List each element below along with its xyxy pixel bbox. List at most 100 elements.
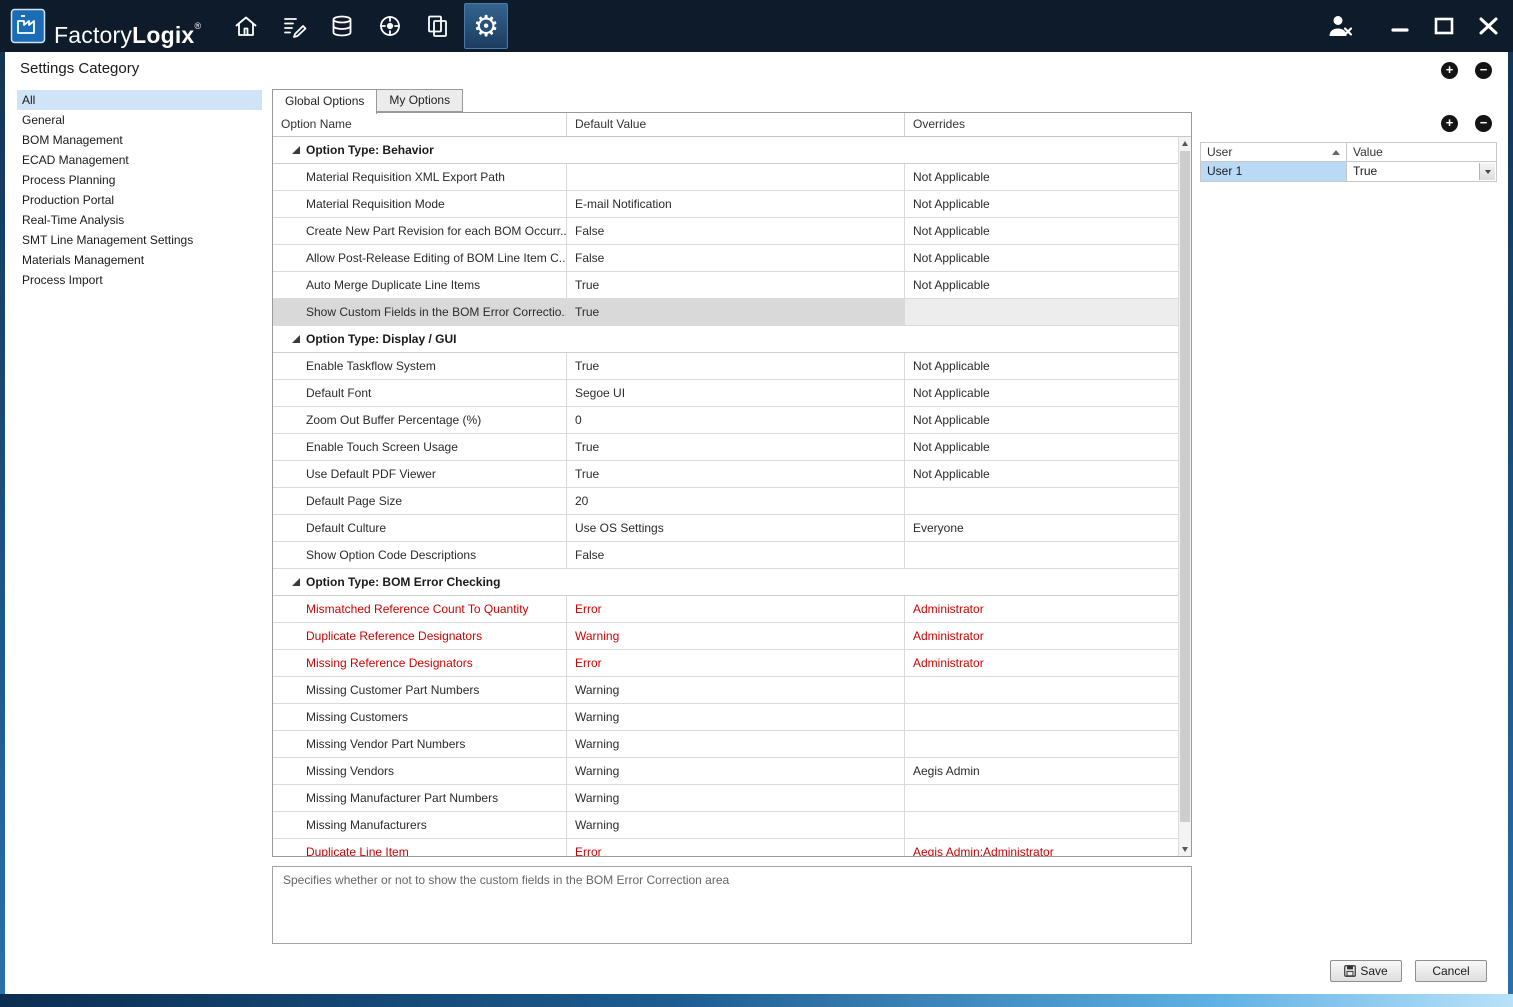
- option-name-cell[interactable]: Auto Merge Duplicate Line Items: [273, 272, 567, 298]
- overrides-cell[interactable]: Not Applicable: [905, 461, 1178, 487]
- option-row-allow-post-release-editing-of-bom-line-item-c[interactable]: Allow Post-Release Editing of BOM Line I…: [273, 245, 1178, 272]
- home-icon[interactable]: [224, 2, 268, 50]
- option-name-cell[interactable]: Missing Vendor Part Numbers: [273, 731, 567, 757]
- default-value-cell[interactable]: True: [567, 272, 905, 298]
- sidebar-item-process-planning[interactable]: Process Planning: [17, 170, 262, 190]
- option-row-show-option-code-descriptions[interactable]: Show Option Code DescriptionsFalse: [273, 542, 1178, 569]
- sidebar-item-general[interactable]: General: [17, 110, 262, 130]
- option-row-duplicate-reference-designators[interactable]: Duplicate Reference DesignatorsWarningAd…: [273, 623, 1178, 650]
- overrides-cell[interactable]: Not Applicable: [905, 272, 1178, 298]
- column-header-overrides[interactable]: Overrides: [905, 113, 1191, 137]
- default-value-cell[interactable]: 20: [567, 488, 905, 514]
- default-value-cell[interactable]: Warning: [567, 758, 905, 784]
- sidebar-item-all[interactable]: All: [17, 90, 262, 110]
- option-row-default-font[interactable]: Default FontSegoe UINot Applicable: [273, 380, 1178, 407]
- scrollbar-thumb[interactable]: [1180, 151, 1190, 822]
- option-name-cell[interactable]: Duplicate Line Item: [273, 839, 567, 856]
- option-name-cell[interactable]: Missing Reference Designators: [273, 650, 567, 676]
- group-header-option-type-display-gui[interactable]: Option Type: Display / GUI: [273, 326, 1178, 353]
- default-value-cell[interactable]: Segoe UI: [567, 380, 905, 406]
- maximize-button[interactable]: [1429, 11, 1459, 41]
- option-row-default-culture[interactable]: Default CultureUse OS SettingsEveryone: [273, 515, 1178, 542]
- overrides-cell[interactable]: Not Applicable: [905, 191, 1178, 217]
- expander-icon[interactable]: [292, 578, 300, 586]
- overrides-cell[interactable]: [905, 704, 1178, 730]
- default-value-cell[interactable]: Warning: [567, 731, 905, 757]
- option-row-enable-taskflow-system[interactable]: Enable Taskflow SystemTrueNot Applicable: [273, 353, 1178, 380]
- option-name-cell[interactable]: Create New Part Revision for each BOM Oc…: [273, 218, 567, 244]
- option-name-cell[interactable]: Allow Post-Release Editing of BOM Line I…: [273, 245, 567, 271]
- default-value-cell[interactable]: True: [567, 299, 905, 325]
- sidebar-item-ecad-management[interactable]: ECAD Management: [17, 150, 262, 170]
- option-name-cell[interactable]: Missing Manufacturer Part Numbers: [273, 785, 567, 811]
- default-value-cell[interactable]: True: [567, 434, 905, 460]
- vertical-scrollbar[interactable]: [1178, 137, 1191, 856]
- default-value-cell[interactable]: Warning: [567, 704, 905, 730]
- default-value-cell[interactable]: False: [567, 245, 905, 271]
- overrides-cell[interactable]: [905, 677, 1178, 703]
- default-value-cell[interactable]: E-mail Notification: [567, 191, 905, 217]
- overrides-cell[interactable]: Not Applicable: [905, 434, 1178, 460]
- sidebar-item-bom-management[interactable]: BOM Management: [17, 130, 262, 150]
- option-name-cell[interactable]: Missing Customer Part Numbers: [273, 677, 567, 703]
- default-value-cell[interactable]: Use OS Settings: [567, 515, 905, 541]
- option-name-cell[interactable]: Default Culture: [273, 515, 567, 541]
- option-name-cell[interactable]: Material Requisition XML Export Path: [273, 164, 567, 190]
- overrides-cell[interactable]: Not Applicable: [905, 164, 1178, 190]
- tab-my-options[interactable]: My Options: [376, 89, 463, 112]
- overrides-cell[interactable]: [905, 542, 1178, 568]
- dropdown-arrow-icon[interactable]: [1479, 163, 1495, 180]
- sidebar-item-process-import[interactable]: Process Import: [17, 270, 262, 290]
- option-row-default-page-size[interactable]: Default Page Size20: [273, 488, 1178, 515]
- user-override-row[interactable]: User 1 True: [1200, 161, 1497, 182]
- default-value-cell[interactable]: False: [567, 542, 905, 568]
- scroll-down-icon[interactable]: [1179, 843, 1191, 856]
- default-value-cell[interactable]: Warning: [567, 677, 905, 703]
- option-row-duplicate-line-item[interactable]: Duplicate Line ItemErrorAegis Admin;Admi…: [273, 839, 1178, 856]
- option-row-mismatched-reference-count-to-quantity[interactable]: Mismatched Reference Count To QuantityEr…: [273, 596, 1178, 623]
- overrides-cell[interactable]: Not Applicable: [905, 353, 1178, 379]
- overrides-cell[interactable]: Aegis Admin;Administrator: [905, 839, 1178, 856]
- overrides-cell[interactable]: Everyone: [905, 515, 1178, 541]
- column-header-default-value[interactable]: Default Value: [567, 113, 905, 137]
- overrides-cell[interactable]: Not Applicable: [905, 380, 1178, 406]
- default-value-cell[interactable]: Warning: [567, 785, 905, 811]
- column-header-option-name[interactable]: Option Name: [273, 113, 567, 137]
- user-logout-icon[interactable]: [1325, 11, 1355, 41]
- option-name-cell[interactable]: Missing Customers: [273, 704, 567, 730]
- option-name-cell[interactable]: Zoom Out Buffer Percentage (%): [273, 407, 567, 433]
- materials-icon[interactable]: [320, 2, 364, 50]
- option-row-missing-manufacturers[interactable]: Missing ManufacturersWarning: [273, 812, 1178, 839]
- overrides-cell[interactable]: [905, 812, 1178, 838]
- user-cell[interactable]: User 1: [1200, 161, 1347, 182]
- documents-icon[interactable]: [416, 2, 460, 50]
- minimize-button[interactable]: [1385, 11, 1415, 41]
- option-name-cell[interactable]: Default Font: [273, 380, 567, 406]
- bom-editor-icon[interactable]: [272, 2, 316, 50]
- options-add-button[interactable]: +: [1441, 62, 1458, 79]
- value-combobox[interactable]: True: [1346, 161, 1497, 182]
- option-row-show-custom-fields-in-the-bom-error-correctio[interactable]: Show Custom Fields in the BOM Error Corr…: [273, 299, 1178, 326]
- option-row-auto-merge-duplicate-line-items[interactable]: Auto Merge Duplicate Line ItemsTrueNot A…: [273, 272, 1178, 299]
- default-value-cell[interactable]: Error: [567, 650, 905, 676]
- option-name-cell[interactable]: Default Page Size: [273, 488, 567, 514]
- option-name-cell[interactable]: Show Option Code Descriptions: [273, 542, 567, 568]
- overrides-cell[interactable]: [905, 785, 1178, 811]
- group-header-option-type-bom-error-checking[interactable]: Option Type: BOM Error Checking: [273, 569, 1178, 596]
- sidebar-item-materials-management[interactable]: Materials Management: [17, 250, 262, 270]
- expander-icon[interactable]: [292, 146, 300, 154]
- sidebar-item-smt-line-management-settings[interactable]: SMT Line Management Settings: [17, 230, 262, 250]
- expander-icon[interactable]: [292, 335, 300, 343]
- default-value-cell[interactable]: Error: [567, 596, 905, 622]
- option-row-enable-touch-screen-usage[interactable]: Enable Touch Screen UsageTrueNot Applica…: [273, 434, 1178, 461]
- option-name-cell[interactable]: Mismatched Reference Count To Quantity: [273, 596, 567, 622]
- column-header-value[interactable]: Value: [1346, 142, 1497, 162]
- option-row-missing-manufacturer-part-numbers[interactable]: Missing Manufacturer Part NumbersWarning: [273, 785, 1178, 812]
- option-name-cell[interactable]: Show Custom Fields in the BOM Error Corr…: [273, 299, 567, 325]
- default-value-cell[interactable]: False: [567, 218, 905, 244]
- scroll-up-icon[interactable]: [1179, 137, 1191, 150]
- option-row-missing-customers[interactable]: Missing CustomersWarning: [273, 704, 1178, 731]
- option-row-use-default-pdf-viewer[interactable]: Use Default PDF ViewerTrueNot Applicable: [273, 461, 1178, 488]
- default-value-cell[interactable]: Warning: [567, 623, 905, 649]
- cancel-button[interactable]: Cancel: [1415, 960, 1487, 982]
